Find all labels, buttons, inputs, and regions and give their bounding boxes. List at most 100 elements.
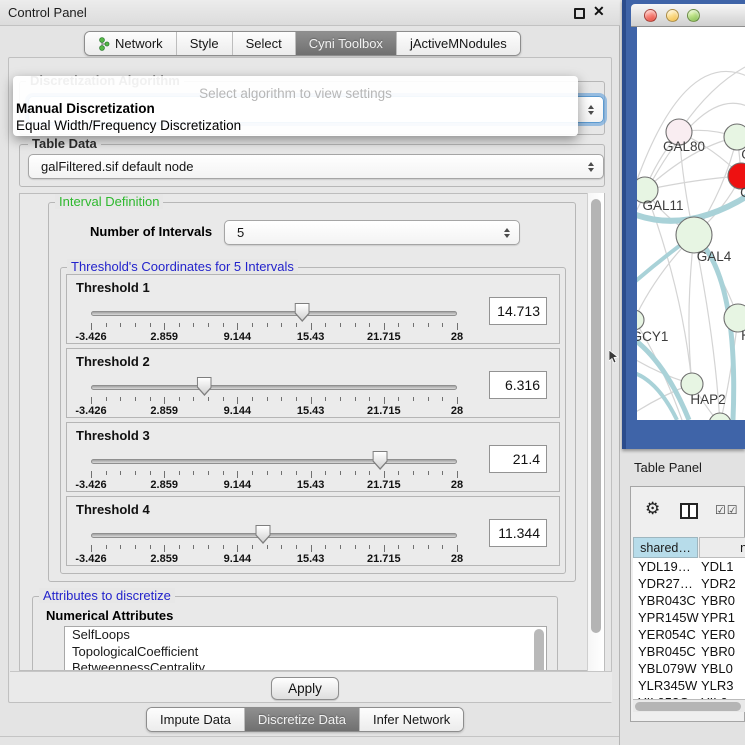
network-node-label: HAP2 [690, 392, 725, 407]
column-layout-icon[interactable] [680, 503, 698, 519]
threshold-slider-1[interactable]: -3.4262.8599.14415.4321.71528 [91, 275, 457, 345]
network-edge[interactable] [679, 67, 745, 132]
top-tab-bar: Network Style SelectCyni ToolboxjActiveMNo… [84, 31, 521, 56]
tab-network[interactable]: Network [85, 32, 176, 55]
apply-button[interactable]: Apply [271, 677, 339, 700]
threshold-value-field[interactable]: 21.4 [489, 445, 547, 473]
attributes-group-label: Attributes to discretize [39, 588, 175, 603]
network-node-gal4[interactable] [676, 217, 712, 253]
algorithm-dropdown-popup: Select algorithm to view settings Manual… [13, 76, 578, 136]
slider-tick-label: 21.715 [367, 479, 401, 491]
bottom-tab-discretize-data[interactable]: Discretize Data [244, 708, 359, 731]
table-row[interactable]: YDL19…YDL1 [633, 558, 745, 575]
attributes-list-scrollbar[interactable] [534, 629, 544, 671]
threshold-slider-4[interactable]: -3.4262.8599.14415.4321.71528 [91, 497, 457, 567]
bottom-tab-infer-network[interactable]: Infer Network [359, 708, 463, 731]
number-of-intervals-combobox[interactable]: 5 [224, 220, 520, 245]
float-window-icon[interactable] [574, 8, 585, 19]
slider-tick [296, 471, 297, 475]
slider-tick-label: 15.43 [297, 479, 325, 491]
table-row[interactable]: YDR27…YDR2 [633, 575, 745, 592]
slider-tick [384, 397, 385, 404]
tab-select[interactable]: Select [232, 32, 295, 55]
combo-stepper-icon [504, 228, 510, 238]
threshold-slider-3[interactable]: -3.4262.8599.14415.4321.71528 [91, 423, 457, 493]
control-panel-titlebar: Control Panel ✕ [0, 0, 620, 26]
tab-style[interactable]: Style [176, 32, 232, 55]
network-window-titlebar[interactable] [631, 4, 745, 27]
slider-tick-label: 9.144 [224, 331, 252, 343]
table-rows[interactable]: YDL19…YDL1YDR27…YDR2YBR043CYBR0YPR145WYP… [633, 558, 745, 699]
slider-tick [106, 545, 107, 549]
main-scrollbar-thumb[interactable] [591, 199, 601, 633]
close-traffic-light-icon[interactable] [644, 9, 657, 22]
network-canvas[interactable]: GAL80GACGAL11GAL4GCY1HHAP2 [637, 27, 745, 420]
slider-thumb[interactable] [295, 303, 310, 322]
cell-shared-name: YBR043C [638, 593, 696, 608]
table-row[interactable]: YBR043CYBR0 [633, 592, 745, 609]
slider-tick [120, 397, 121, 401]
network-edge[interactable] [689, 235, 694, 384]
tab-style-label: Style [190, 36, 219, 51]
minimize-traffic-light-icon[interactable] [666, 9, 679, 22]
network-node-label: GCY1 [637, 329, 668, 344]
zoom-traffic-light-icon[interactable] [687, 9, 700, 22]
combo-stepper-icon [588, 105, 594, 115]
threshold-value-field[interactable]: 6.316 [489, 371, 547, 399]
table-row[interactable]: YPR145WYPR1 [633, 609, 745, 626]
bottom-tab-impute-data[interactable]: Impute Data [147, 708, 244, 731]
slider-tick [355, 323, 356, 327]
popup-item-manual-discretization[interactable]: Manual Discretization [16, 101, 155, 116]
threshold-value-field[interactable]: 14.713 [489, 297, 547, 325]
slider-tick [325, 397, 326, 401]
number-of-intervals-value: 5 [237, 225, 244, 240]
numerical-attributes-list[interactable]: SelfLoopsTopologicalCoefficientBetweenne… [64, 626, 547, 671]
checkbox-icons[interactable]: ☑☑ [715, 503, 739, 517]
table-row[interactable]: YLR345WYLR3 [633, 677, 745, 694]
cell-name: YER0 [701, 627, 735, 642]
slider-tick [237, 471, 238, 478]
slider-tick [413, 323, 414, 327]
slider-thumb[interactable] [256, 525, 271, 544]
attribute-item-topologicalcoefficient[interactable]: TopologicalCoefficient [65, 644, 546, 661]
column-header-name[interactable]: na [699, 537, 745, 558]
slider-thumb[interactable] [373, 451, 388, 470]
cell-shared-name: YDL19… [638, 559, 691, 574]
table-horizontal-scrollbar[interactable] [633, 699, 745, 712]
attribute-item-betweennesscentrality[interactable]: BetweennessCentrality [65, 660, 546, 671]
popup-item-equal-width-frequency[interactable]: Equal Width/Frequency Discretization [16, 118, 241, 133]
network-node-label: C [740, 185, 745, 200]
slider-tick-label: 28 [451, 405, 463, 417]
network-graph[interactable]: GAL80GACGAL11GAL4GCY1HHAP2 [637, 27, 745, 420]
threshold-slider-2[interactable]: -3.4262.8599.14415.4321.71528 [91, 349, 457, 419]
slider-tick [296, 397, 297, 401]
network-node-gcy1[interactable] [637, 310, 644, 330]
gear-icon[interactable]: ⚙ [645, 499, 660, 519]
table-row[interactable]: YBR045CYBR0 [633, 643, 745, 660]
bottom-tab-infer-network-label: Infer Network [373, 712, 450, 727]
slider-tick [311, 323, 312, 330]
tab-cyni-toolbox[interactable]: Cyni Toolbox [295, 32, 396, 55]
network-node-label: GAL4 [697, 249, 732, 264]
slider-tick [164, 545, 165, 552]
attribute-item-selfloops[interactable]: SelfLoops [65, 627, 546, 644]
table-hscrollbar-thumb[interactable] [635, 702, 741, 711]
table-row[interactable]: YER054CYER0 [633, 626, 745, 643]
column-header-shared-name[interactable]: shared… [633, 537, 698, 558]
table-row[interactable]: YBL079WYBL0 [633, 660, 745, 677]
close-icon[interactable]: ✕ [593, 3, 605, 20]
slider-thumb[interactable] [197, 377, 212, 396]
slider-tick [267, 397, 268, 401]
network-icon [98, 37, 110, 51]
slider-tick [164, 397, 165, 404]
network-view-window[interactable]: GAL80GACGAL11GAL4GCY1HHAP2 [622, 0, 745, 449]
slider-tick [223, 323, 224, 327]
slider-tick [223, 397, 224, 401]
threshold-panel-2: Threshold 2-3.4262.8599.14415.4321.71528… [66, 348, 560, 418]
slider-tick [179, 397, 180, 401]
tab-jactivemnodules[interactable]: jActiveMNodules [396, 32, 520, 55]
table-data-combobox[interactable]: galFiltered.sif default node [28, 154, 604, 179]
main-scrollbar[interactable] [587, 193, 604, 671]
threshold-value-field[interactable]: 11.344 [489, 519, 547, 547]
bottom-tab-discretize-data-label: Discretize Data [258, 712, 346, 727]
